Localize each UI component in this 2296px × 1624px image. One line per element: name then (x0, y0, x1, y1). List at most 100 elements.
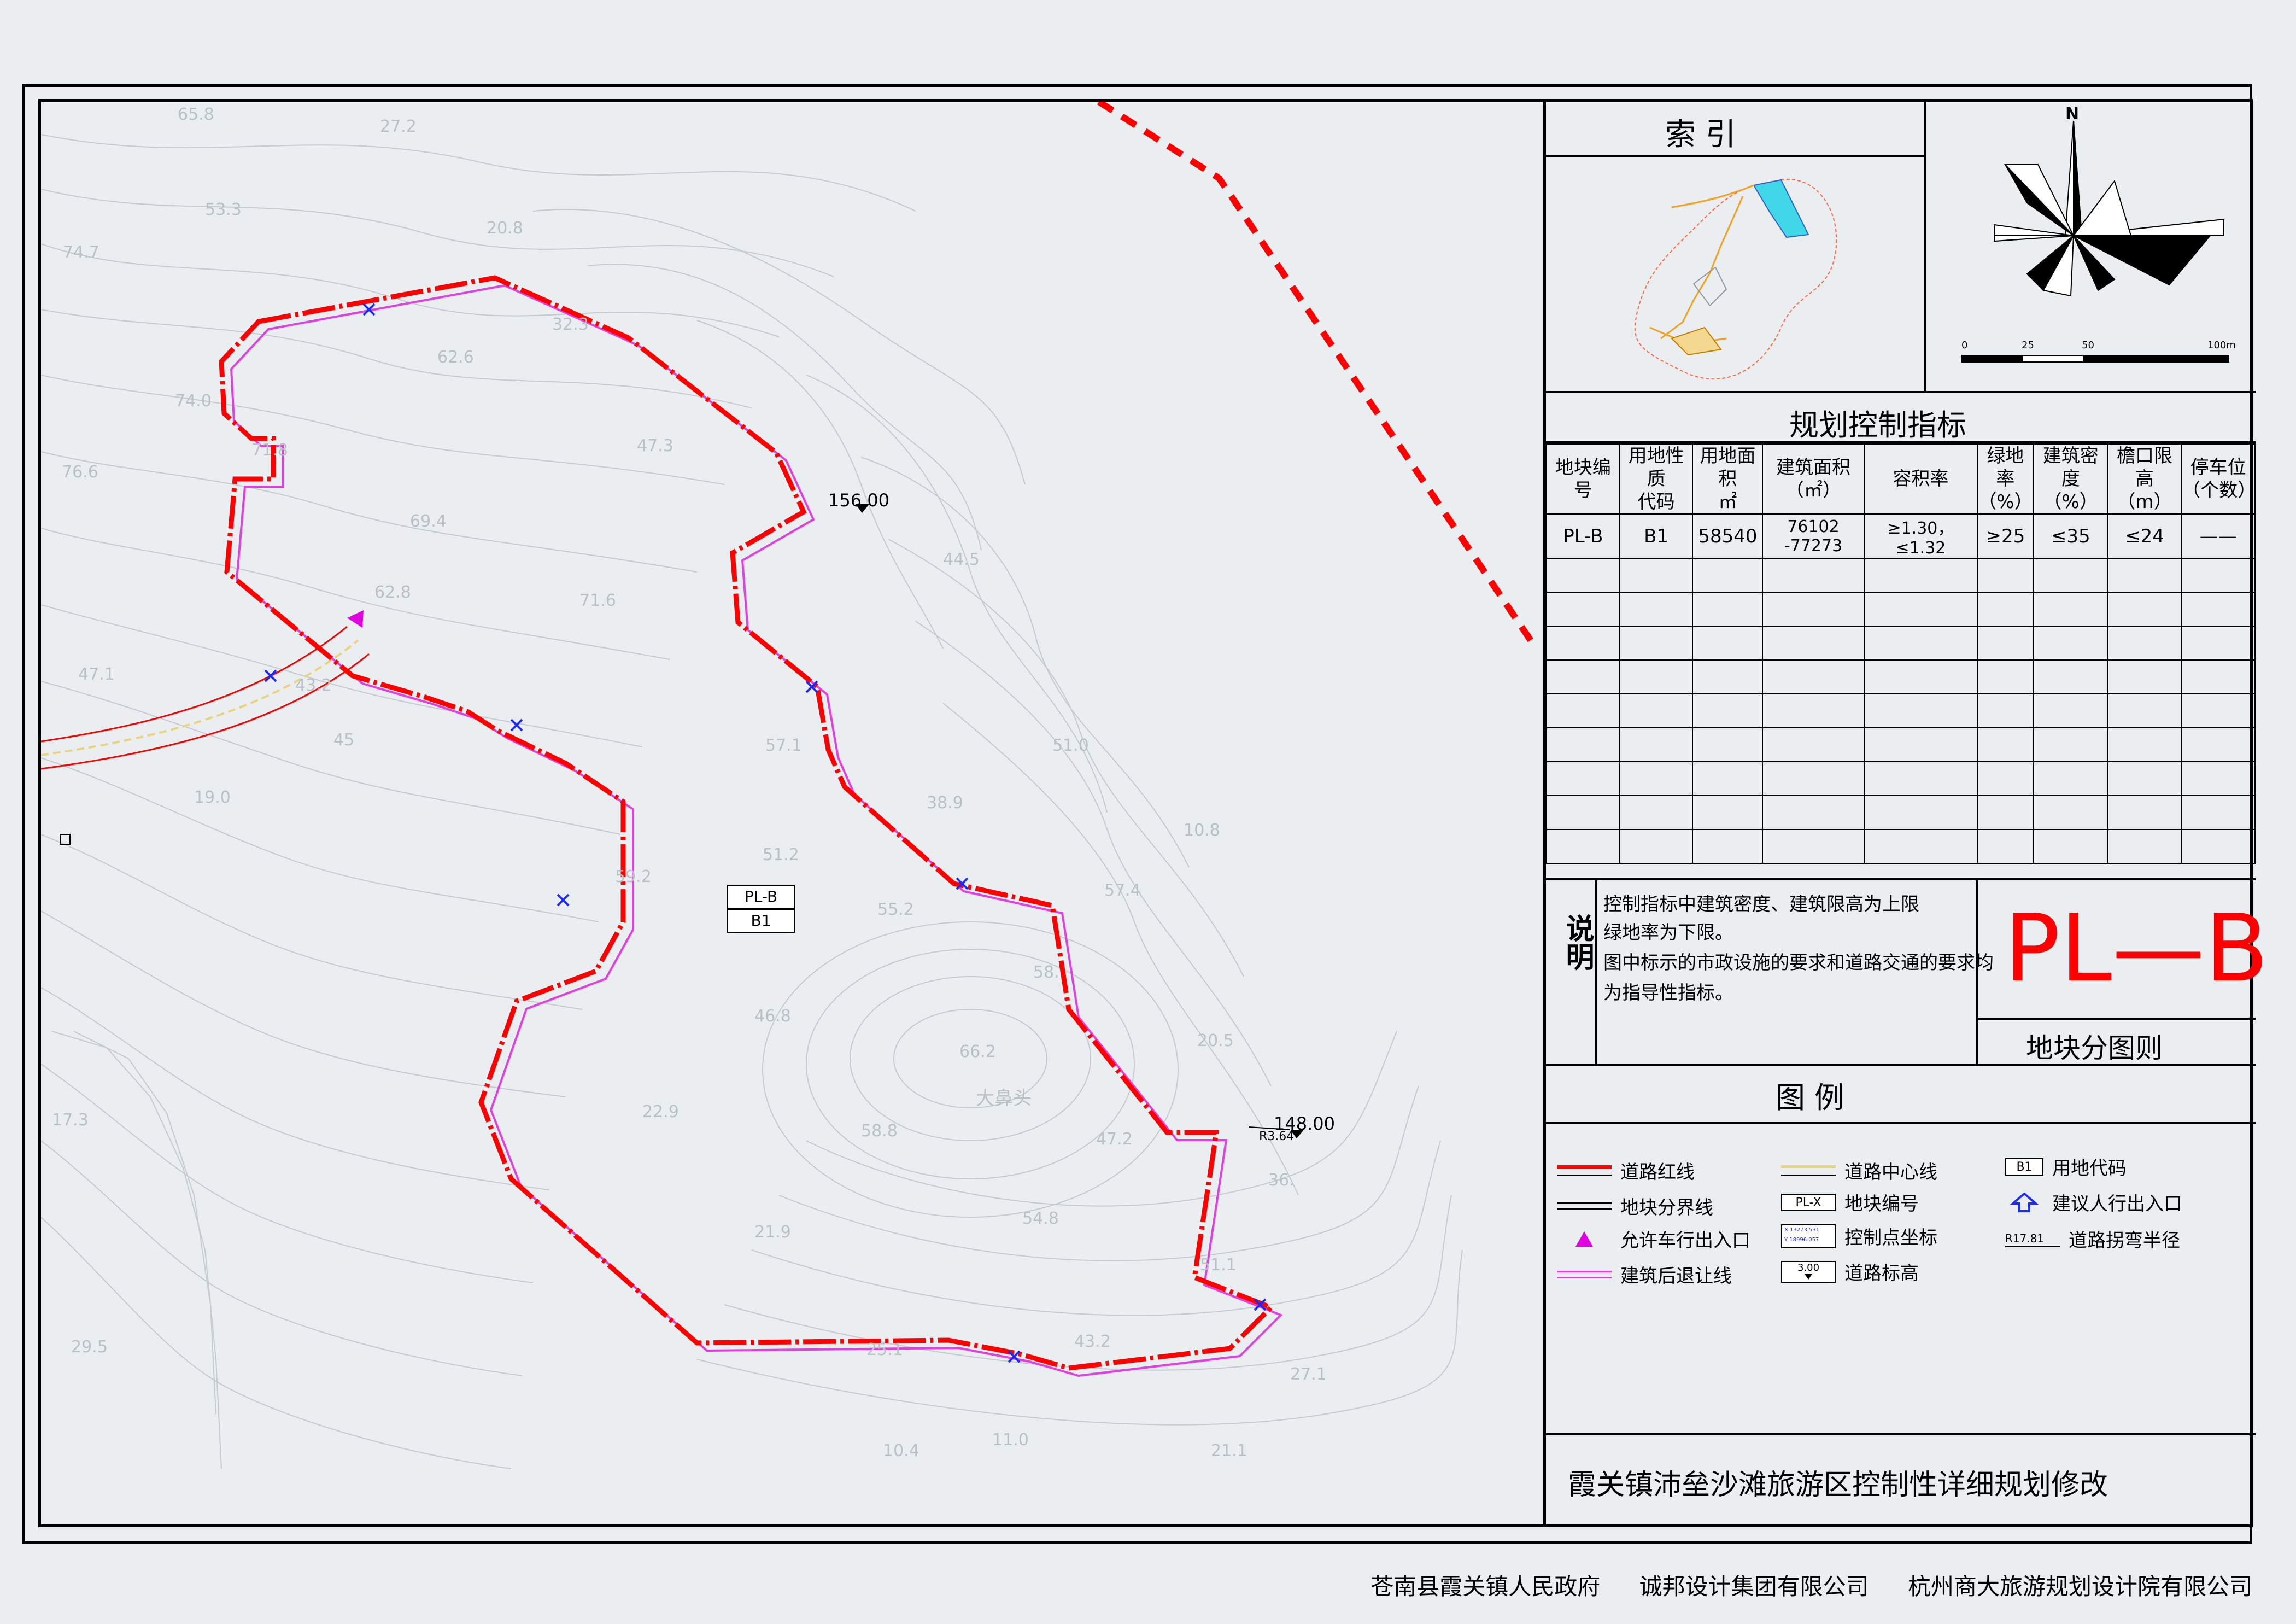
table-cell: B1 (1619, 513, 1694, 559)
elevation-label-156: 156.00 (828, 490, 889, 511)
control-indicators-title: 规划控制指标 (1789, 408, 1966, 442)
contour-number: 51.1 (1200, 1255, 1237, 1275)
contour-number: 32.3 (552, 315, 589, 334)
map-svg (41, 102, 1539, 1469)
index-title: 索 引 (1665, 117, 1736, 153)
contour-number: 21.1 (1211, 1441, 1247, 1461)
table-row-empty (1546, 558, 2256, 593)
legend-control-point: X 13273.531 Y 18996.057 控制点坐标 (1781, 1223, 1937, 1249)
land-use-code-label[interactable]: B1 (727, 909, 795, 933)
contour-number: 29.5 (71, 1337, 108, 1357)
contour-number: 19.0 (194, 788, 231, 807)
table-cell: 58540 (1692, 513, 1764, 559)
contour-number: 10.4 (883, 1441, 919, 1461)
contour-number: 62.6 (437, 348, 474, 367)
table-row-empty (1546, 659, 2256, 694)
contour-number: 47.2 (1096, 1130, 1133, 1149)
scale-tick: 100m (2207, 340, 2236, 351)
contour-number: 20.8 (487, 219, 523, 238)
scale-tick: 25 (2022, 340, 2034, 351)
contour-number: 46.8 (754, 1007, 791, 1026)
legend-vehicle-entrance: 允许车行出入口 (1557, 1225, 1750, 1252)
contour-number: 44.5 (943, 550, 980, 569)
notes-line: 为指导性指标。 (1603, 982, 1733, 1004)
contour-number: 53.3 (205, 200, 242, 219)
scale-tick: 0 (1961, 340, 1968, 351)
table-header: 绿地率 （%） (1977, 443, 2034, 515)
plot-code-large: PL—B (2004, 895, 2269, 1003)
contour-number: 71.6 (579, 591, 616, 610)
notes-line: 图中标示的市政设施的要求和道路交通的要求均 (1603, 952, 1994, 974)
place-name-label: 大鼻头 (976, 1088, 1032, 1109)
footer-org: 诚邦设计集团有限公司 (1639, 1573, 1869, 1600)
contour-number: 25.1 (866, 1340, 903, 1359)
contour-number: 54.8 (1022, 1209, 1059, 1228)
pedestrian-arrow-icon (2010, 1191, 2039, 1212)
contour-number: 76.6 (62, 463, 98, 482)
contour-number: 69.4 (410, 512, 447, 531)
magenta-triangle-icon (1575, 1231, 1593, 1247)
contour-number: 43.2 (295, 676, 332, 695)
contour-number: 51.0 (1052, 736, 1089, 755)
legend-road-red-line: 道路红线 (1557, 1157, 1695, 1184)
contour-number: 10.8 (1184, 821, 1220, 840)
map-area[interactable]: 156.00 148.00 R3.64 PL-B B1 大鼻头 65.8 27.… (41, 102, 1543, 1524)
table-row-empty (1546, 795, 2256, 830)
contour-number: 51.2 (763, 845, 799, 864)
contour-number: 57.1 (765, 736, 802, 755)
contour-number: 45 (333, 731, 355, 750)
table-cell: —— (2181, 513, 2256, 559)
title-panel: 索 引 N 0 25 50 100m 规划控制指标 地块编号 用地性质 代码 用… (1543, 99, 2269, 1527)
scale-tick: 50 (2082, 340, 2094, 351)
table-header: 地块编号 (1546, 443, 1620, 515)
north-arrow-icon (1994, 120, 2225, 296)
legend-land-use-code: B1 用地代码 (2005, 1153, 2127, 1180)
contour-number: 27.2 (380, 117, 417, 136)
table-row: PL-B B1 58540 76102 -77273 ≥1.30，≤1.32 ≥… (1546, 513, 2256, 559)
contour-number: 20.5 (1197, 1031, 1234, 1050)
contour-number: 62.8 (374, 583, 411, 602)
contour-number: 58.8 (861, 1121, 898, 1141)
compass-and-scale: N 0 25 50 100m (1934, 99, 2251, 391)
contour-number: 22.9 (642, 1102, 679, 1121)
plot-subtitle: 地块分图则 (2026, 1032, 2163, 1064)
table-header: 檐口限高 （m） (2107, 443, 2182, 515)
legend-pedestrian-entrance: 建议人行出入口 (2005, 1189, 2182, 1216)
legend-road-center-line: 道路中心线 (1781, 1157, 1937, 1184)
table-cell: PL-B (1546, 513, 1620, 559)
control-indicator-table: 地块编号 用地性质 代码 用地面积 ㎡ 建筑面积 （㎡） 容积率 绿地率 （%）… (1546, 443, 2256, 864)
table-cell: ≥25 (1977, 513, 2034, 559)
table-row-empty (1546, 592, 2256, 627)
table-row-empty (1546, 829, 2256, 864)
table-row-empty (1546, 761, 2256, 796)
plot-number-label[interactable]: PL-B (727, 885, 795, 909)
table-cell: ≤24 (2107, 513, 2182, 559)
contour-number: 36. (1268, 1171, 1295, 1190)
contour-number: 58. (1033, 963, 1059, 982)
elevation-triangle-icon (1805, 1274, 1812, 1280)
contour-number: 71.8 (251, 441, 288, 460)
footer-org: 杭州商大旅游规划设计院有限公司 (1907, 1573, 2252, 1600)
contour-number: 57.4 (1104, 881, 1141, 900)
table-header: 建筑面积 （㎡） (1762, 443, 1865, 515)
table-cell: ≤35 (2033, 513, 2108, 559)
index-map[interactable] (1617, 163, 1852, 382)
contour-number: 21.9 (754, 1223, 791, 1242)
table-cell: 76102 -77273 (1762, 513, 1865, 559)
legend-title: 图 例 (1776, 1080, 1844, 1115)
notes-line: 绿地率为下限。 (1603, 922, 1733, 944)
contour-number: 43.2 (1074, 1332, 1111, 1351)
contour-number: 74.0 (175, 392, 212, 411)
table-row-empty (1546, 693, 2256, 728)
contour-number: 74.7 (63, 243, 99, 262)
table-header: 用地面积 ㎡ (1692, 443, 1764, 515)
turn-radius-label: R3.64 (1259, 1130, 1295, 1143)
contour-number: 47.3 (637, 436, 673, 455)
legend-plot-number: PL-X 地块编号 (1781, 1189, 1919, 1216)
contour-number: 55.2 (877, 900, 914, 919)
table-cell: ≥1.30，≤1.32 (1863, 513, 1978, 559)
legend-road-elevation: 3.00 道路标高 (1781, 1258, 1919, 1285)
table-header: 停车位 （个数） (2181, 443, 2256, 515)
contour-number: 38.9 (927, 793, 963, 813)
footer-org: 苍南县霞关镇人民政府 (1370, 1573, 1601, 1600)
